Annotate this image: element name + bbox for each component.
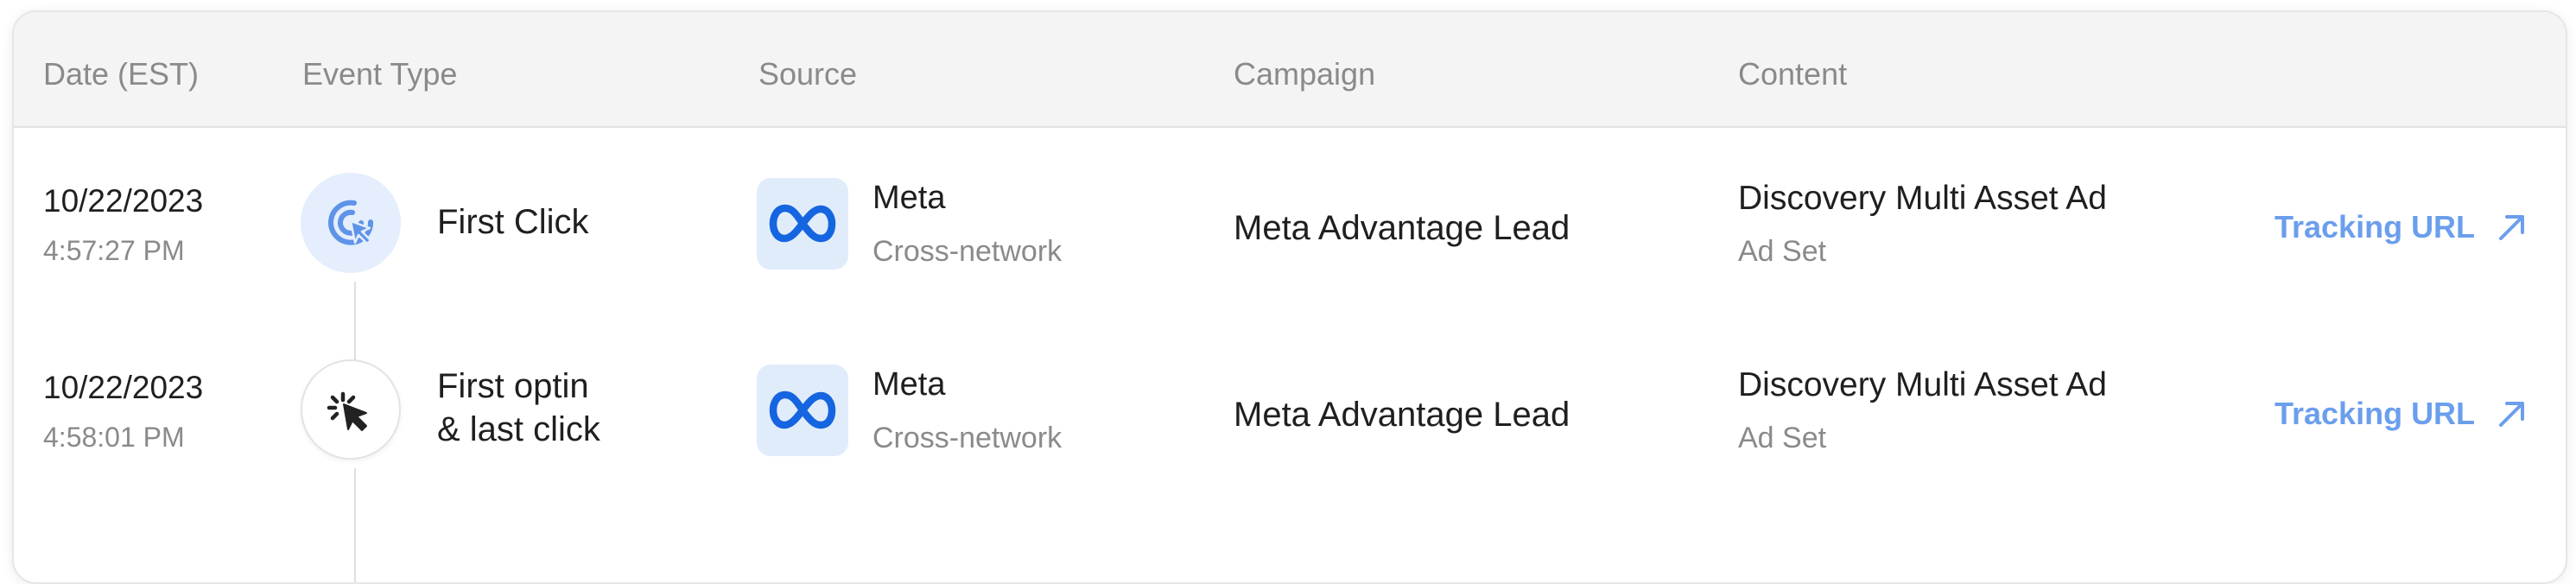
campaign-name: Meta Advantage Lead <box>1234 396 1570 434</box>
campaign-name: Meta Advantage Lead <box>1234 209 1570 247</box>
column-header-campaign[interactable]: Campaign <box>1234 12 1375 126</box>
event-type-label: First optin & last click <box>437 367 600 448</box>
event-date: 10/22/2023 <box>43 183 204 219</box>
column-header-source[interactable]: Source <box>758 12 857 126</box>
meta-logo-icon <box>757 365 848 456</box>
arrow-up-right-icon <box>2499 402 2525 427</box>
source-subtitle: Cross-network <box>872 235 1063 268</box>
event-time: 4:58:01 PM <box>43 422 185 453</box>
source-subtitle: Cross-network <box>872 422 1063 454</box>
column-header-event-type[interactable]: Event Type <box>302 12 457 126</box>
table-row: 10/22/2023 4:57:27 PM First Click Meta C… <box>14 128 2566 314</box>
event-type-label: First Click <box>437 203 589 241</box>
table-header: Date (EST) Event Type Source Campaign Co… <box>14 12 2566 128</box>
content-name: Discovery Multi Asset Ad <box>1738 180 2107 217</box>
column-header-content[interactable]: Content <box>1738 12 1847 126</box>
event-time: 4:57:27 PM <box>43 235 185 266</box>
tracking-url-label: Tracking URL <box>2275 209 2476 244</box>
cursor-click-icon <box>301 359 401 460</box>
column-header-date[interactable]: Date (EST) <box>43 12 199 126</box>
table-row: 10/22/2023 4:58:01 PM First optin & last… <box>14 314 2566 501</box>
content-subtitle: Ad Set <box>1738 422 1827 454</box>
click-target-icon <box>301 173 401 273</box>
meta-logo-icon <box>757 178 848 270</box>
tracking-url-link[interactable]: Tracking URL <box>2275 396 2527 432</box>
event-date: 10/22/2023 <box>43 370 204 405</box>
source-name: Meta <box>872 180 946 216</box>
content-subtitle: Ad Set <box>1738 235 1827 268</box>
arrow-up-right-icon <box>2499 215 2525 240</box>
events-table: Date (EST) Event Type Source Campaign Co… <box>12 10 2567 584</box>
source-name: Meta <box>872 366 946 403</box>
tracking-url-link[interactable]: Tracking URL <box>2275 209 2527 245</box>
tracking-url-label: Tracking URL <box>2275 396 2476 431</box>
content-name: Discovery Multi Asset Ad <box>1738 366 2107 403</box>
